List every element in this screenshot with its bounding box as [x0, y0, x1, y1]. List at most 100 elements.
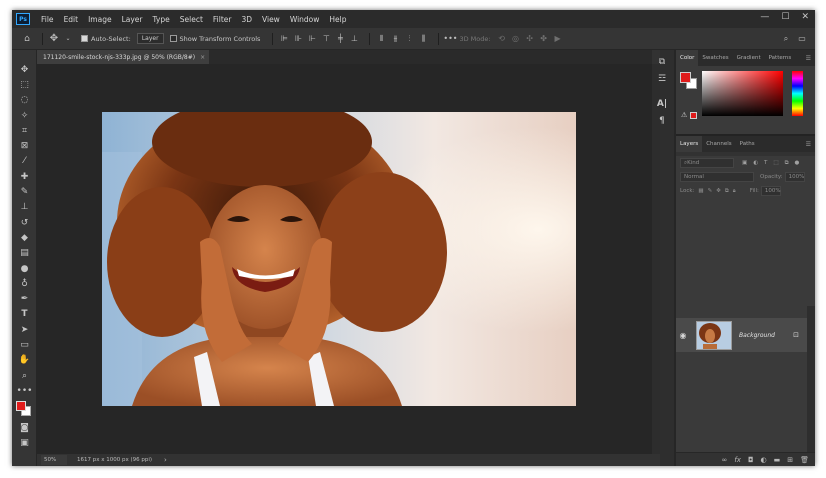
menu-select[interactable]: Select: [175, 15, 208, 24]
layer-name[interactable]: Background: [739, 332, 775, 339]
lock-all-icon[interactable]: 🔒︎: [733, 188, 736, 195]
menu-3d[interactable]: 3D: [236, 15, 257, 24]
panel-menu-icon[interactable]: ☰: [806, 141, 811, 148]
menu-file[interactable]: File: [36, 15, 59, 24]
blend-mode-dropdown[interactable]: Normal: [680, 172, 754, 182]
document-tab[interactable]: 171120-smile-stock-njs-333p.jpg @ 50% (R…: [37, 50, 209, 64]
dodge-tool-icon[interactable]: ♁: [12, 276, 37, 291]
canvas-area[interactable]: [37, 64, 652, 454]
zoom-tool-icon[interactable]: ⌕: [12, 368, 37, 383]
path-selection-tool-icon[interactable]: ➤: [12, 322, 37, 337]
3d-roll-icon[interactable]: ◎: [511, 34, 521, 44]
align-bottom-icon[interactable]: ⊥: [349, 34, 359, 44]
history-brush-tool-icon[interactable]: ↺: [12, 215, 37, 230]
lock-artboard-icon[interactable]: ⧉: [725, 188, 729, 195]
lasso-tool-icon[interactable]: ◌: [12, 93, 37, 108]
foreground-color-swatch[interactable]: [680, 72, 691, 83]
workspace-icon[interactable]: ▭: [797, 34, 807, 44]
filter-type-icon[interactable]: T: [764, 160, 767, 166]
move-tool-icon[interactable]: ✥: [12, 62, 37, 77]
quick-mask-icon[interactable]: ◙: [12, 421, 37, 436]
align-middle-icon[interactable]: ╪: [335, 34, 345, 44]
properties-panel-icon[interactable]: ☲: [653, 71, 671, 86]
color-swatches[interactable]: [12, 399, 37, 421]
menu-type[interactable]: Type: [148, 15, 175, 24]
eraser-tool-icon[interactable]: ◆: [12, 230, 37, 245]
layer-row-background[interactable]: ◉ Background ⊡: [676, 318, 807, 352]
crop-tool-icon[interactable]: ⌗: [12, 123, 37, 138]
distribute-right-icon[interactable]: ⫶: [404, 34, 414, 44]
magic-wand-tool-icon[interactable]: ✧: [12, 108, 37, 123]
character-panel-icon[interactable]: A|: [653, 96, 671, 111]
3d-scale-icon[interactable]: ▶: [553, 34, 563, 44]
hand-tool-icon[interactable]: ✋: [12, 353, 37, 368]
align-left-icon[interactable]: ⊫: [279, 34, 289, 44]
close-button[interactable]: ✕: [801, 12, 809, 22]
layer-style-icon[interactable]: fx: [734, 456, 741, 464]
gamut-warning-icon[interactable]: ⚠: [681, 111, 687, 119]
menu-image[interactable]: Image: [83, 15, 117, 24]
menu-edit[interactable]: Edit: [59, 15, 84, 24]
add-mask-icon[interactable]: ◘: [748, 456, 754, 464]
align-right-icon[interactable]: ⊩: [307, 34, 317, 44]
tab-patterns[interactable]: Patterns: [765, 50, 796, 66]
close-tab-icon[interactable]: ×: [200, 54, 205, 61]
eye-icon[interactable]: ◉: [676, 331, 690, 340]
status-menu-arrow[interactable]: ›: [164, 456, 167, 464]
paragraph-panel-icon[interactable]: ¶: [653, 113, 671, 128]
chevron-down-icon[interactable]: ⌄: [63, 34, 73, 44]
menu-help[interactable]: Help: [324, 15, 351, 24]
color-picker-field[interactable]: [702, 71, 783, 116]
tab-layers[interactable]: Layers: [676, 136, 703, 152]
3d-orbit-icon[interactable]: ⟲: [497, 34, 507, 44]
new-layer-icon[interactable]: ⊞: [787, 456, 793, 464]
marquee-tool-icon[interactable]: ⬚: [12, 77, 37, 92]
tab-color[interactable]: Color: [676, 50, 699, 66]
tab-gradient[interactable]: Gradient: [733, 50, 765, 66]
lock-image-icon[interactable]: ✎: [708, 188, 713, 194]
minimize-button[interactable]: —: [760, 12, 769, 22]
hue-slider[interactable]: [792, 71, 803, 116]
distribute-icon[interactable]: ⫴: [376, 34, 386, 44]
more-options-icon[interactable]: •••: [443, 34, 457, 44]
filter-smart-object-icon[interactable]: ⧉: [785, 160, 789, 167]
type-tool-icon[interactable]: T: [12, 307, 37, 322]
brush-tool-icon[interactable]: ✎: [12, 184, 37, 199]
gradient-tool-icon[interactable]: ▤: [12, 246, 37, 261]
search-icon[interactable]: ⌕: [781, 34, 791, 44]
menu-window[interactable]: Window: [285, 15, 325, 24]
show-transform-checkbox[interactable]: [169, 35, 177, 42]
menu-filter[interactable]: Filter: [208, 15, 237, 24]
healing-brush-tool-icon[interactable]: ✚: [12, 169, 37, 184]
align-top-icon[interactable]: ⊤: [321, 34, 331, 44]
menu-layer[interactable]: Layer: [117, 15, 148, 24]
tab-swatches[interactable]: Swatches: [698, 50, 732, 66]
history-panel-icon[interactable]: ⧉: [653, 54, 671, 69]
layers-scrollbar[interactable]: [807, 306, 815, 466]
home-icon[interactable]: ⌂: [22, 34, 32, 44]
auto-select-target-dropdown[interactable]: Layer: [136, 33, 164, 44]
frame-tool-icon[interactable]: ⊠: [12, 138, 37, 153]
filter-pixel-icon[interactable]: ▣: [742, 160, 747, 166]
panel-menu-icon[interactable]: ☰: [806, 55, 811, 62]
screen-mode-icon[interactable]: ▣: [12, 436, 37, 451]
lock-transparent-icon[interactable]: ▦: [698, 188, 703, 194]
web-safe-swatch[interactable]: [690, 112, 697, 119]
menu-view[interactable]: View: [257, 15, 285, 24]
rectangle-tool-icon[interactable]: ▭: [12, 337, 37, 352]
link-layers-icon[interactable]: ∞: [722, 456, 728, 464]
eyedropper-tool-icon[interactable]: ⁄: [12, 154, 37, 169]
filter-toggle-icon[interactable]: ●: [795, 160, 800, 166]
new-group-icon[interactable]: ▬: [774, 456, 781, 464]
align-center-icon[interactable]: ⊪: [293, 34, 303, 44]
document-image[interactable]: [102, 112, 576, 406]
zoom-level-field[interactable]: 50%: [41, 455, 67, 465]
filter-shape-icon[interactable]: ⬚: [773, 160, 778, 166]
distribute-center-icon[interactable]: ⫵: [390, 34, 400, 44]
show-transform-option[interactable]: Show Transform Controls: [169, 35, 260, 43]
fill-field[interactable]: 100%: [760, 186, 781, 196]
clone-stamp-tool-icon[interactable]: ⊥: [12, 200, 37, 215]
foreground-color-swatch[interactable]: [16, 400, 26, 411]
auto-select-checkbox[interactable]: [81, 35, 88, 42]
adjustment-layer-icon[interactable]: ◐: [761, 456, 767, 464]
